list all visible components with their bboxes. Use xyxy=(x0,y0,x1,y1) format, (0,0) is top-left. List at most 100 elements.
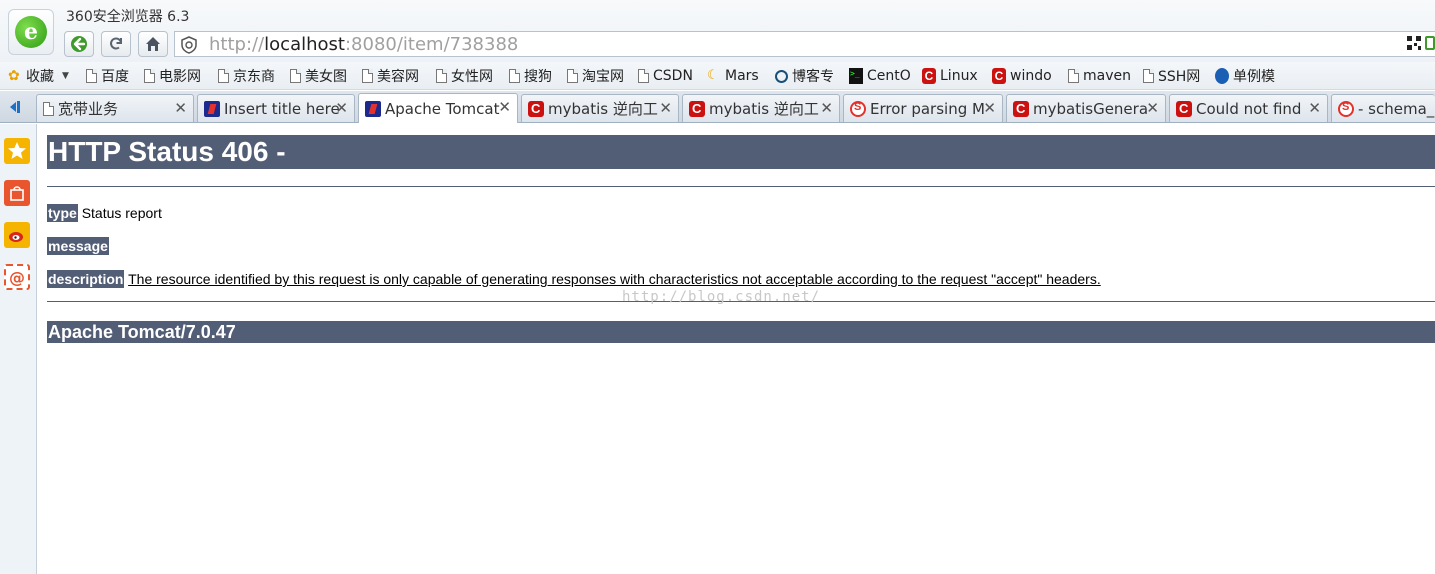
weibo-icon[interactable] xyxy=(4,222,30,248)
back-arrow-icon xyxy=(71,36,87,52)
bookmark-item[interactable]: 京东商 xyxy=(218,67,275,85)
bookmark-item[interactable]: 电影网 xyxy=(144,67,201,85)
bookmark-item[interactable]: 美女图 xyxy=(290,67,347,85)
page-icon xyxy=(362,69,373,83)
window-title: 360安全浏览器 6.3 xyxy=(66,9,190,25)
page-icon xyxy=(509,69,520,83)
page-icon xyxy=(290,69,301,83)
globe-icon xyxy=(1215,68,1229,84)
security-shield-icon[interactable] xyxy=(180,36,198,54)
bookmark-item[interactable]: CentO xyxy=(849,67,911,85)
left-sidebar: @ xyxy=(0,124,37,574)
description-label: description xyxy=(47,270,125,288)
description-row: description The resource identified by t… xyxy=(47,270,1101,288)
message-row: message xyxy=(47,237,109,255)
type-row: type Status report xyxy=(47,204,162,222)
cnblogs-icon xyxy=(775,69,788,83)
type-label: type xyxy=(47,204,78,222)
bookmark-item[interactable]: 淘宝网 xyxy=(567,67,624,85)
sidebar-toggle-button[interactable] xyxy=(0,93,30,121)
collapse-left-icon xyxy=(10,101,20,113)
tab-item[interactable]: Error parsing M ✕ xyxy=(843,94,1003,122)
divider xyxy=(47,186,1435,187)
tab-item[interactable]: - schema_r xyxy=(1331,94,1435,122)
bookmark-favorites[interactable]: ✿ 收藏 ▼ xyxy=(8,67,69,85)
tab-item[interactable]: Insert title here ✕ xyxy=(197,94,355,122)
page-icon xyxy=(43,101,54,116)
url-scheme: http:// xyxy=(209,34,265,55)
bookmark-item[interactable]: maven xyxy=(1068,67,1131,85)
extension-icon[interactable] xyxy=(1425,36,1435,50)
csdn-icon: C xyxy=(992,68,1006,84)
refresh-icon xyxy=(110,37,122,50)
mars-icon: ☾ xyxy=(707,68,719,83)
home-button[interactable] xyxy=(138,31,168,57)
refresh-button[interactable] xyxy=(101,31,131,57)
csdn-icon xyxy=(1176,100,1192,117)
bookmark-item[interactable]: 百度 xyxy=(86,67,129,85)
type-value: Status report xyxy=(81,205,162,221)
bookmarks-bar: ✿ 收藏 ▼ 百度 电影网 京东商 美女图 美容网 女性网 搜狗 淘宝网 CSDN … xyxy=(0,62,1435,90)
bookmark-item[interactable]: ☾ Mars xyxy=(707,67,759,85)
csdn-icon xyxy=(1013,100,1029,117)
bookmark-item[interactable]: Cwindo xyxy=(992,67,1052,85)
page-icon xyxy=(638,69,649,83)
sogou-icon xyxy=(1338,100,1354,117)
browser-window: e 360安全浏览器 6.3 http://localhost:8080/ite… xyxy=(0,0,1435,574)
description-value: The resource identified by this request … xyxy=(128,271,1101,287)
eclipse-icon xyxy=(204,100,220,117)
chevron-down-icon: ▼ xyxy=(62,71,69,81)
bookmark-item[interactable]: 美容网 xyxy=(362,67,419,85)
email-icon[interactable]: @ xyxy=(4,264,30,290)
bookmark-item[interactable]: 博客专 xyxy=(775,67,834,85)
page-icon xyxy=(1068,69,1079,83)
qr-code-icon[interactable] xyxy=(1407,36,1421,50)
shopping-icon[interactable] xyxy=(4,180,30,206)
page-icon xyxy=(1143,69,1154,83)
close-icon[interactable]: ✕ xyxy=(498,99,511,115)
csdn-icon xyxy=(689,100,705,117)
browser-logo[interactable]: e xyxy=(8,9,54,55)
page-icon xyxy=(144,69,155,83)
bookmark-item[interactable]: 搜狗 xyxy=(509,67,552,85)
browser-toolbar: e 360安全浏览器 6.3 http://localhost:8080/ite… xyxy=(0,0,1435,62)
message-label: message xyxy=(47,237,109,255)
close-icon[interactable]: ✕ xyxy=(335,100,348,116)
browser-logo-icon: e xyxy=(15,16,47,48)
favorites-star-icon[interactable] xyxy=(4,138,30,164)
back-button[interactable] xyxy=(64,31,94,57)
close-icon[interactable]: ✕ xyxy=(174,100,187,116)
page-title: HTTP Status 406 - xyxy=(47,135,1435,169)
close-icon[interactable]: ✕ xyxy=(1146,100,1159,116)
server-info-footer: Apache Tomcat/7.0.47 xyxy=(47,321,1435,343)
bookmark-item[interactable]: 女性网 xyxy=(436,67,493,85)
tab-item[interactable]: mybatis 逆向工 ✕ xyxy=(521,94,679,122)
bookmark-item[interactable]: CSDN xyxy=(638,67,693,85)
tab-item-active[interactable]: Apache Tomcat ✕ xyxy=(358,93,518,123)
page-icon xyxy=(567,69,578,83)
home-icon xyxy=(146,37,160,51)
star-icon: ✿ xyxy=(8,68,20,84)
sogou-icon xyxy=(850,100,866,117)
csdn-icon xyxy=(528,100,544,117)
bookmark-item[interactable]: C Linux xyxy=(922,67,978,85)
url-text[interactable]: http://localhost:8080/item/738388 xyxy=(209,34,518,55)
page-content: HTTP Status 406 - type Status report mes… xyxy=(47,135,1435,343)
tab-item[interactable]: Could not find ✕ xyxy=(1169,94,1328,122)
tab-strip: 宽带业务 ✕ Insert title here ✕ Apache Tomcat… xyxy=(0,91,1435,123)
tab-item[interactable]: 宽带业务 ✕ xyxy=(36,94,194,122)
watermark-text: http://blog.csdn.net/ xyxy=(622,289,821,305)
eclipse-icon xyxy=(365,100,381,117)
tab-item[interactable]: mybatis 逆向工 ✕ xyxy=(682,94,840,122)
address-bar[interactable]: http://localhost:8080/item/738388 xyxy=(174,31,1435,57)
close-icon[interactable]: ✕ xyxy=(820,100,833,116)
close-icon[interactable]: ✕ xyxy=(1308,100,1321,116)
bookmark-item[interactable]: 单例模 xyxy=(1215,67,1275,85)
csdn-icon: C xyxy=(922,68,936,84)
close-icon[interactable]: ✕ xyxy=(659,100,672,116)
bookmark-item[interactable]: SSH网 xyxy=(1143,67,1200,85)
url-host: localhost xyxy=(264,34,345,55)
close-icon[interactable]: ✕ xyxy=(983,100,996,116)
page-icon xyxy=(218,69,229,83)
tab-item[interactable]: mybatisGenera ✕ xyxy=(1006,94,1166,122)
